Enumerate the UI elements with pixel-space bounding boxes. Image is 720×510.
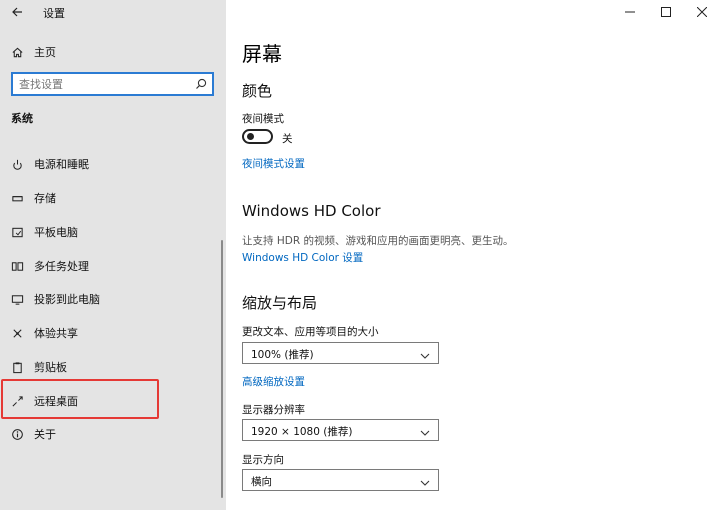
night-mode-toggle[interactable] — [242, 129, 273, 144]
orientation-dropdown[interactable]: 横向 — [242, 469, 439, 491]
sidebar-item-label: 关于 — [34, 428, 56, 441]
sidebar-item-label: 主页 — [34, 46, 56, 59]
sidebar-item-label: 剪贴板 — [34, 361, 67, 374]
sidebar-item-label: 存储 — [34, 192, 56, 205]
advanced-scaling-link[interactable]: 高级缩放设置 — [242, 374, 305, 389]
night-mode-state: 关 — [282, 133, 293, 145]
storage-icon — [10, 191, 24, 205]
tablet-icon — [10, 225, 24, 239]
sidebar-item-tablet[interactable]: 平板电脑 — [0, 219, 226, 245]
section-title-hdr: Windows HD Color — [242, 202, 381, 220]
highlight-box — [1, 379, 159, 419]
search-icon[interactable] — [195, 78, 207, 90]
chevron-down-icon — [420, 426, 430, 436]
search-input[interactable] — [19, 76, 189, 92]
scale-dropdown[interactable]: 100% (推荐) — [242, 342, 439, 364]
minimize-icon[interactable] — [612, 0, 648, 24]
section-title-scale: 缩放与布局 — [242, 294, 318, 312]
sidebar-item-power[interactable]: 电源和睡眠 — [0, 151, 226, 177]
resolution-label: 显示器分辨率 — [242, 404, 305, 416]
main-panel: 屏幕 颜色 夜间模式 关 夜间模式设置 Windows HD Color 让支持… — [226, 0, 720, 510]
window-controls — [612, 0, 720, 24]
scale-label: 更改文本、应用等项目的大小 — [242, 326, 379, 338]
sidebar-item-project[interactable]: 投影到此电脑 — [0, 286, 226, 312]
back-arrow-icon[interactable] — [10, 5, 24, 19]
sidebar-item-label: 体验共享 — [34, 327, 78, 340]
sidebar-item-storage[interactable]: 存储 — [0, 185, 226, 211]
maximize-icon[interactable] — [648, 0, 684, 24]
orientation-value: 横向 — [251, 476, 272, 488]
sidebar-item-shared-experience[interactable]: 体验共享 — [0, 320, 226, 346]
clipboard-icon — [10, 360, 24, 374]
scale-value: 100% (推荐) — [251, 349, 314, 361]
chevron-down-icon — [420, 349, 430, 359]
page-title: 屏幕 — [242, 42, 282, 66]
multitasking-icon — [10, 259, 24, 273]
sidebar-item-clipboard[interactable]: 剪贴板 — [0, 354, 226, 380]
section-title-system: 系统 — [11, 112, 33, 125]
home-icon — [10, 45, 24, 59]
resolution-dropdown[interactable]: 1920 × 1080 (推荐) — [242, 419, 439, 441]
sidebar-scrollbar[interactable] — [221, 240, 223, 498]
sidebar-item-home[interactable]: 主页 — [0, 42, 226, 62]
sidebar-item-multitasking[interactable]: 多任务处理 — [0, 253, 226, 279]
resolution-value: 1920 × 1080 (推荐) — [251, 426, 353, 438]
sidebar-item-about[interactable]: 关于 — [0, 421, 226, 447]
toggle-knob — [247, 133, 254, 140]
power-icon — [10, 157, 24, 171]
project-icon — [10, 292, 24, 306]
hdr-description: 让支持 HDR 的视频、游戏和应用的画面更明亮、更生动。 — [242, 235, 514, 247]
sidebar-item-label: 投影到此电脑 — [34, 293, 100, 306]
sidebar: 设置 主页 系统 电源和睡眠 存储 平板电脑 多任务处理 — [0, 0, 226, 510]
chevron-down-icon — [420, 476, 430, 486]
hdr-settings-link[interactable]: Windows HD Color 设置 — [242, 250, 363, 265]
sidebar-item-label: 平板电脑 — [34, 226, 78, 239]
night-mode-settings-link[interactable]: 夜间模式设置 — [242, 156, 305, 171]
info-icon — [10, 427, 24, 441]
close-icon[interactable] — [684, 0, 720, 24]
section-title-color: 颜色 — [242, 82, 273, 100]
shared-experience-icon — [10, 326, 24, 340]
orientation-label: 显示方向 — [242, 454, 284, 466]
night-mode-label: 夜间模式 — [242, 113, 284, 125]
app-title: 设置 — [43, 7, 65, 20]
search-box[interactable] — [11, 72, 214, 96]
sidebar-item-label: 多任务处理 — [34, 260, 89, 273]
sidebar-item-label: 电源和睡眠 — [34, 158, 89, 171]
